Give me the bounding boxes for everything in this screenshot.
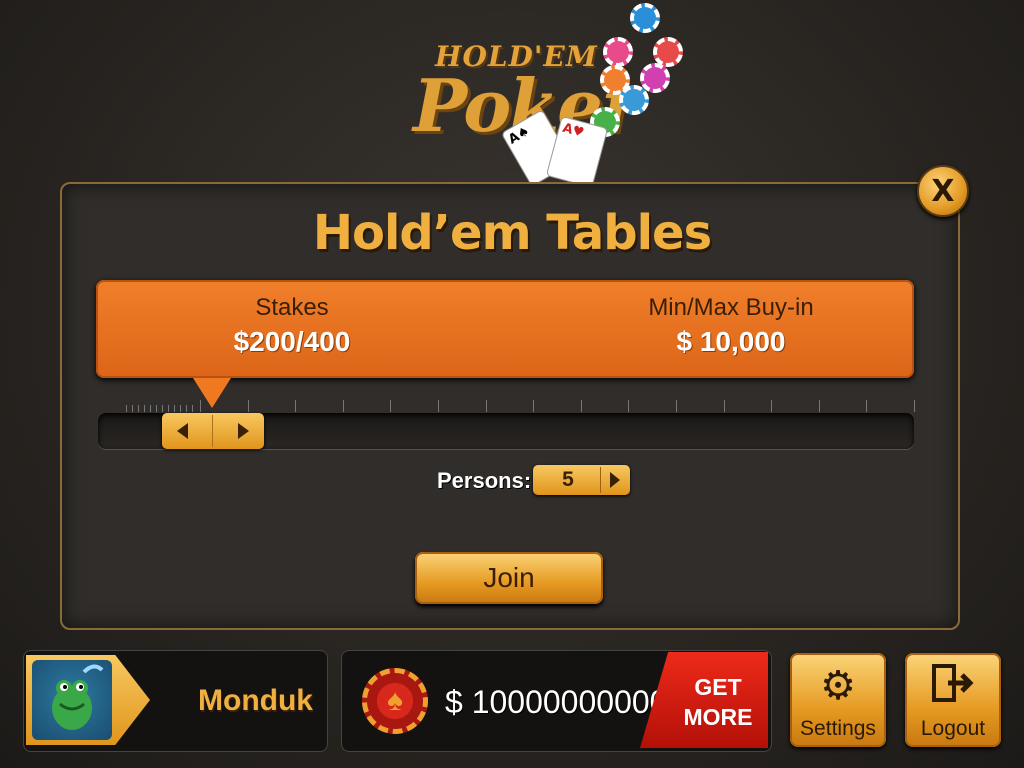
slider-tick xyxy=(438,400,439,412)
slider-minor-tick xyxy=(138,405,139,412)
frog-icon xyxy=(52,664,104,730)
username: Monduk xyxy=(198,684,313,717)
join-button[interactable]: Join xyxy=(415,552,603,604)
logout-label: Logout xyxy=(920,717,986,740)
slider-tick xyxy=(390,400,392,412)
chip-icon xyxy=(630,3,660,33)
avatar[interactable] xyxy=(32,660,112,740)
arrow-right-icon xyxy=(238,423,249,439)
slider-tick xyxy=(342,400,344,412)
slider-tick xyxy=(485,400,487,412)
dialog-title: Hold’em Tables xyxy=(312,205,712,261)
slider-minor-tick xyxy=(174,405,175,412)
persons-stepper[interactable]: 5 xyxy=(533,465,630,495)
table-info-panel: Stakes $200/400 Min/Max Buy-in $ 10,000 xyxy=(96,280,914,378)
slider-minor-tick xyxy=(156,405,157,412)
poker-chip-icon: ♠ xyxy=(362,668,428,734)
slider-tick xyxy=(723,400,725,412)
slider-tick xyxy=(818,400,820,412)
buyin-value: $ 10,000 xyxy=(676,326,786,357)
slider-tick xyxy=(580,400,582,412)
slider-tick xyxy=(771,400,773,412)
slider-minor-tick xyxy=(132,405,133,412)
slider-minor-tick xyxy=(150,405,151,412)
stakes-label: Stakes xyxy=(255,294,329,321)
logout-button[interactable]: Logout xyxy=(905,653,1001,747)
arrow-right-icon[interactable] xyxy=(610,472,620,488)
gear-icon: ⚙ xyxy=(820,664,856,708)
stakes-slider-thumb[interactable] xyxy=(162,413,264,449)
slider-pointer-icon xyxy=(193,378,231,408)
chip-icon xyxy=(619,85,649,115)
chip-icon xyxy=(603,37,633,67)
settings-label: Settings xyxy=(800,717,876,740)
slider-tick xyxy=(866,400,868,412)
get-more-line2: MORE xyxy=(683,704,753,730)
game-logo: HOLD'EM Poker A♠ A♥ xyxy=(405,3,705,189)
settings-button[interactable]: ⚙ Settings xyxy=(790,653,886,747)
slider-tick xyxy=(676,400,677,412)
persons-value: 5 xyxy=(562,468,574,491)
buyin-label: Min/Max Buy-in xyxy=(648,294,814,321)
slider-minor-tick xyxy=(180,405,181,412)
slider-minor-tick xyxy=(186,405,187,412)
slider-tick xyxy=(533,400,535,412)
arrow-left-icon xyxy=(177,423,188,439)
slider-minor-tick xyxy=(168,405,169,412)
get-more-line1: GET xyxy=(694,674,742,700)
slider-tick xyxy=(628,400,630,412)
persons-label: Persons: xyxy=(437,468,532,493)
slider-tick xyxy=(295,400,297,412)
get-more-label[interactable]: GET MORE xyxy=(678,672,758,732)
slider-tick xyxy=(247,400,249,412)
logout-icon xyxy=(905,663,1001,713)
slider-minor-tick xyxy=(126,405,127,412)
slider-minor-tick xyxy=(162,405,163,412)
balance-value: $ 10000000000 xyxy=(445,684,668,720)
buyin-info: Min/Max Buy-in $ 10,000 xyxy=(601,294,861,358)
stakes-value: $200/400 xyxy=(233,326,351,357)
slider-tick xyxy=(914,400,915,412)
slider-scale xyxy=(120,394,920,412)
stakes-info: Stakes $200/400 xyxy=(162,294,422,358)
slider-minor-tick xyxy=(144,405,145,412)
